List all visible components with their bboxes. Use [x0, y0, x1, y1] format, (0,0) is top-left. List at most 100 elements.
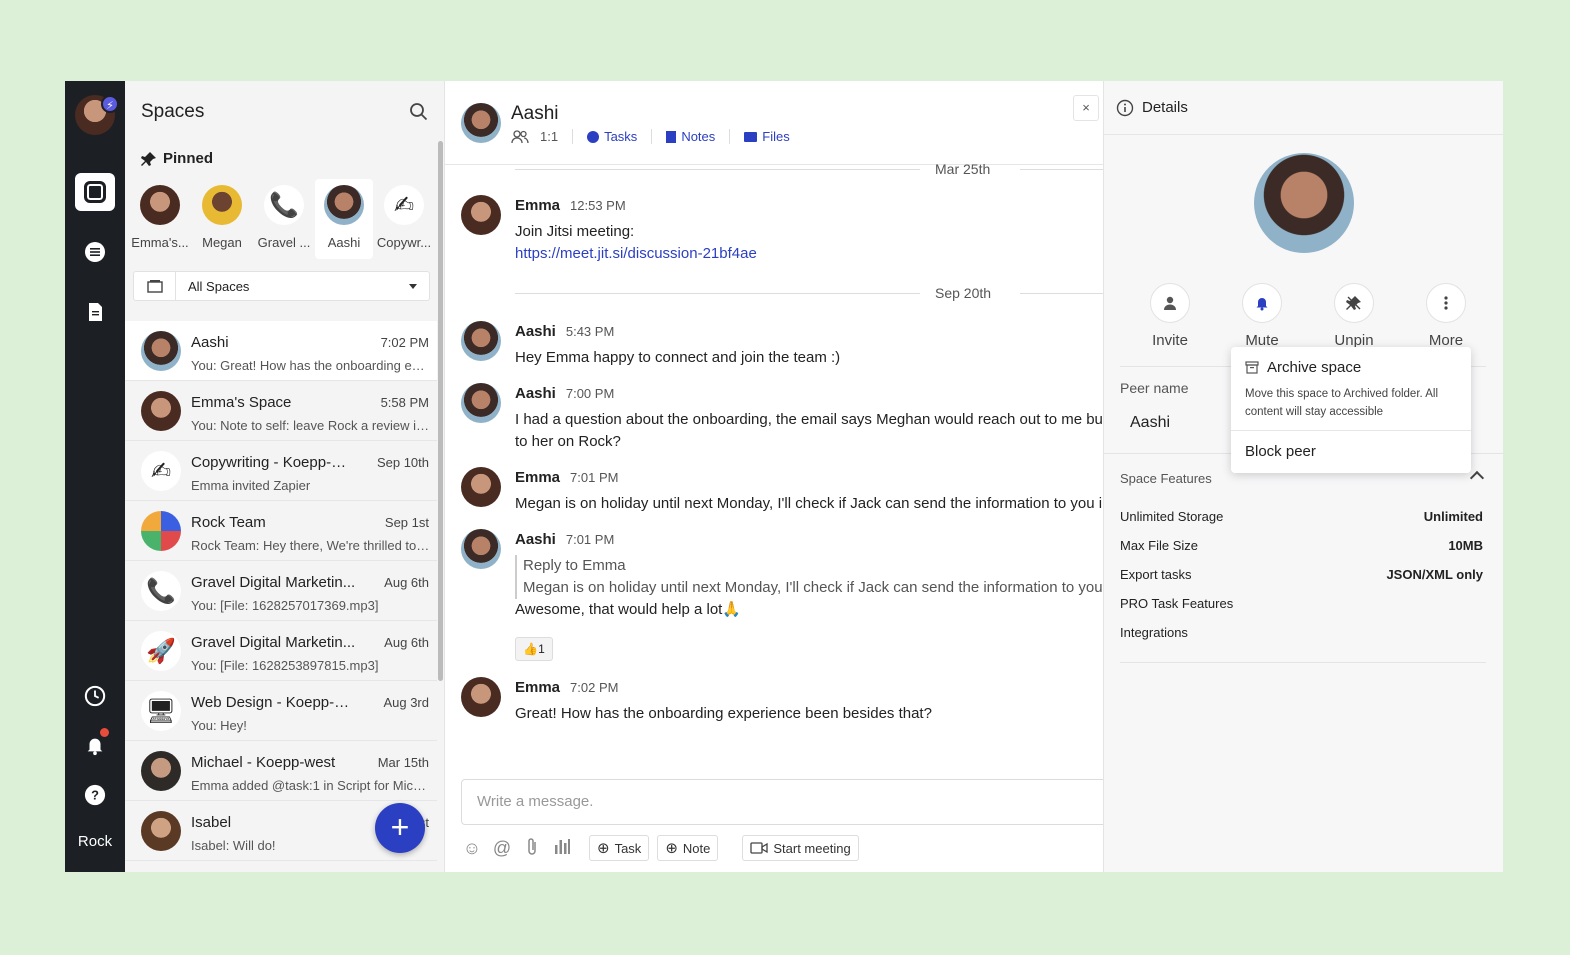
meeting-link[interactable]: https://meet.jit.si/discussion-21bf4ae	[515, 245, 757, 262]
add-note-button[interactable]: ⊕ Note	[657, 835, 719, 861]
add-person-icon	[1150, 283, 1190, 323]
space-preview: You: Hey!	[191, 718, 247, 733]
brand-label: Rock	[77, 833, 113, 850]
reaction-count: 1	[538, 642, 545, 656]
message-time: 7:01 PM	[570, 470, 619, 485]
chevron-up-icon[interactable]	[1469, 470, 1485, 486]
space-item[interactable]: Rock Team Sep 1st Rock Team: Hey there, …	[125, 501, 437, 561]
message-avatar	[461, 529, 501, 569]
message-text: to her on Rock?	[515, 433, 621, 450]
space-item[interactable]: 🚀 Gravel Digital Marketin... Aug 6th You…	[125, 621, 437, 681]
space-time: Mar 15th	[377, 755, 429, 770]
space-time: Sep 1st	[384, 515, 429, 530]
help-icon: ?	[84, 784, 106, 806]
notes-icon	[89, 303, 102, 321]
close-icon[interactable]: ×	[1073, 95, 1099, 121]
spaces-nav-button[interactable]	[75, 173, 115, 211]
spaces-filter-select[interactable]: All Spaces	[133, 271, 430, 301]
space-time: 5:58 PM	[380, 395, 429, 410]
message-text: Megan is on holiday until next Monday, I…	[515, 495, 1103, 512]
pinned-item[interactable]: ✍ Copywr...	[373, 179, 435, 259]
space-name: Copywriting - Koepp-W...	[191, 454, 356, 471]
space-name: Gravel Digital Marketin...	[191, 634, 356, 651]
pinned-item[interactable]: Emma's...	[129, 179, 191, 259]
search-icon[interactable]	[409, 102, 429, 122]
block-peer-menu-item[interactable]: Block peer	[1245, 443, 1316, 460]
space-item[interactable]: Aashi 7:02 PM You: Great! How has the on…	[125, 321, 437, 381]
space-item[interactable]: 📞 Gravel Digital Marketin... Aug 6th You…	[125, 561, 437, 621]
archive-space-menu-item[interactable]: Archive space	[1245, 359, 1361, 376]
message-text: I had a question about the onboarding, t…	[515, 411, 1103, 428]
pinned-label: Megan	[202, 235, 242, 250]
composer-toolbar: ☺ @ ⊕ Task ⊕ Note Start meeting	[461, 835, 859, 861]
space-name: Gravel Digital Marketin...	[191, 574, 356, 591]
feature-row: Integrations	[1120, 625, 1483, 654]
pinned-item[interactable]: Megan	[191, 179, 253, 259]
start-meeting-button[interactable]: Start meeting	[742, 835, 859, 861]
space-item[interactable]: 🖥 Web Design - Koepp-W... Aug 3rd You: H…	[125, 681, 437, 741]
invite-button[interactable]: Invite	[1124, 283, 1216, 349]
message-time: 7:00 PM	[565, 386, 615, 401]
spaces-scrollbar[interactable]	[438, 141, 443, 681]
poll-icon[interactable]	[551, 837, 573, 859]
tab-files[interactable]: Files	[729, 129, 803, 144]
peer-avatar	[1254, 153, 1354, 253]
notes-nav-button[interactable]	[75, 293, 115, 331]
pinned-label: Copywr...	[376, 235, 432, 250]
attachment-icon[interactable]	[521, 837, 543, 859]
history-nav-button[interactable]	[75, 677, 115, 715]
reply-header: Reply to Emma	[523, 557, 626, 574]
date-separator-label: Mar 25th	[935, 161, 991, 177]
chat-subnav: 1:1 Tasks Notes Files	[511, 129, 804, 144]
space-name: Rock Team	[191, 514, 266, 531]
more-button[interactable]: More	[1400, 283, 1492, 349]
pinned-item[interactable]: 📞 Gravel ...	[253, 179, 315, 259]
members-info[interactable]: 1:1	[511, 129, 572, 144]
add-task-button[interactable]: ⊕ Task	[589, 835, 650, 861]
space-avatar	[141, 751, 181, 791]
space-avatar	[141, 811, 181, 851]
space-avatar	[141, 391, 181, 431]
tasks-nav-button[interactable]	[75, 233, 115, 271]
pinned-item-active[interactable]: Aashi	[315, 179, 373, 259]
message-avatar	[461, 321, 501, 361]
message-time: 7:02 PM	[570, 680, 619, 695]
space-preview: You: [File: 1628257017369.mp3]	[191, 598, 379, 613]
tab-tasks[interactable]: Tasks	[572, 129, 651, 144]
message-avatar	[461, 383, 501, 423]
space-avatar	[141, 331, 181, 371]
message-input[interactable]: Write a message.	[461, 779, 1103, 825]
feature-name: Unlimited Storage	[1120, 509, 1224, 524]
more-menu: Archive space Move this space to Archive…	[1231, 347, 1471, 473]
space-preview: Emma invited Zapier	[191, 478, 311, 493]
rock-logo-icon	[141, 511, 181, 551]
feature-value: 10MB	[1448, 538, 1483, 553]
message-avatar	[461, 195, 501, 235]
space-item[interactable]: ✍ Copywriting - Koepp-W... Sep 10th Emma…	[125, 441, 437, 501]
space-item[interactable]: Michael - Koepp-west Mar 15th Emma added…	[125, 741, 437, 801]
space-preview: Emma added @task:1 in Script for Mich...	[191, 778, 431, 793]
help-nav-button[interactable]: ?	[75, 776, 115, 814]
details-header: Details	[1104, 81, 1503, 135]
message-text: Great! How has the onboarding experience…	[515, 705, 932, 722]
notifications-nav-button[interactable]	[75, 726, 115, 764]
message-text: Join Jitsi meeting:	[515, 223, 635, 240]
invite-label: Invite	[1152, 332, 1188, 349]
unpin-button[interactable]: Unpin	[1308, 283, 1400, 349]
space-item[interactable]: Emma's Space 5:58 PM You: Note to self: …	[125, 381, 437, 441]
tab-tasks-label: Tasks	[604, 129, 638, 144]
message-author: Emma	[515, 469, 561, 486]
spaces-title: Spaces	[141, 101, 205, 122]
tab-notes[interactable]: Notes	[651, 129, 729, 144]
caret-down-icon	[409, 283, 417, 289]
new-space-button[interactable]: +	[375, 803, 425, 853]
mention-icon[interactable]: @	[491, 837, 513, 859]
emoji-icon[interactable]: ☺	[461, 837, 483, 859]
clock-icon	[84, 685, 106, 707]
thumbs-up-icon: 👍	[523, 642, 539, 656]
bell-icon	[1242, 283, 1282, 323]
peer-name-value: Aashi	[1130, 414, 1171, 431]
writing-hand-icon: ✍	[141, 451, 181, 491]
mute-button[interactable]: Mute	[1216, 283, 1308, 349]
reaction-chip[interactable]: 👍1	[515, 637, 553, 661]
